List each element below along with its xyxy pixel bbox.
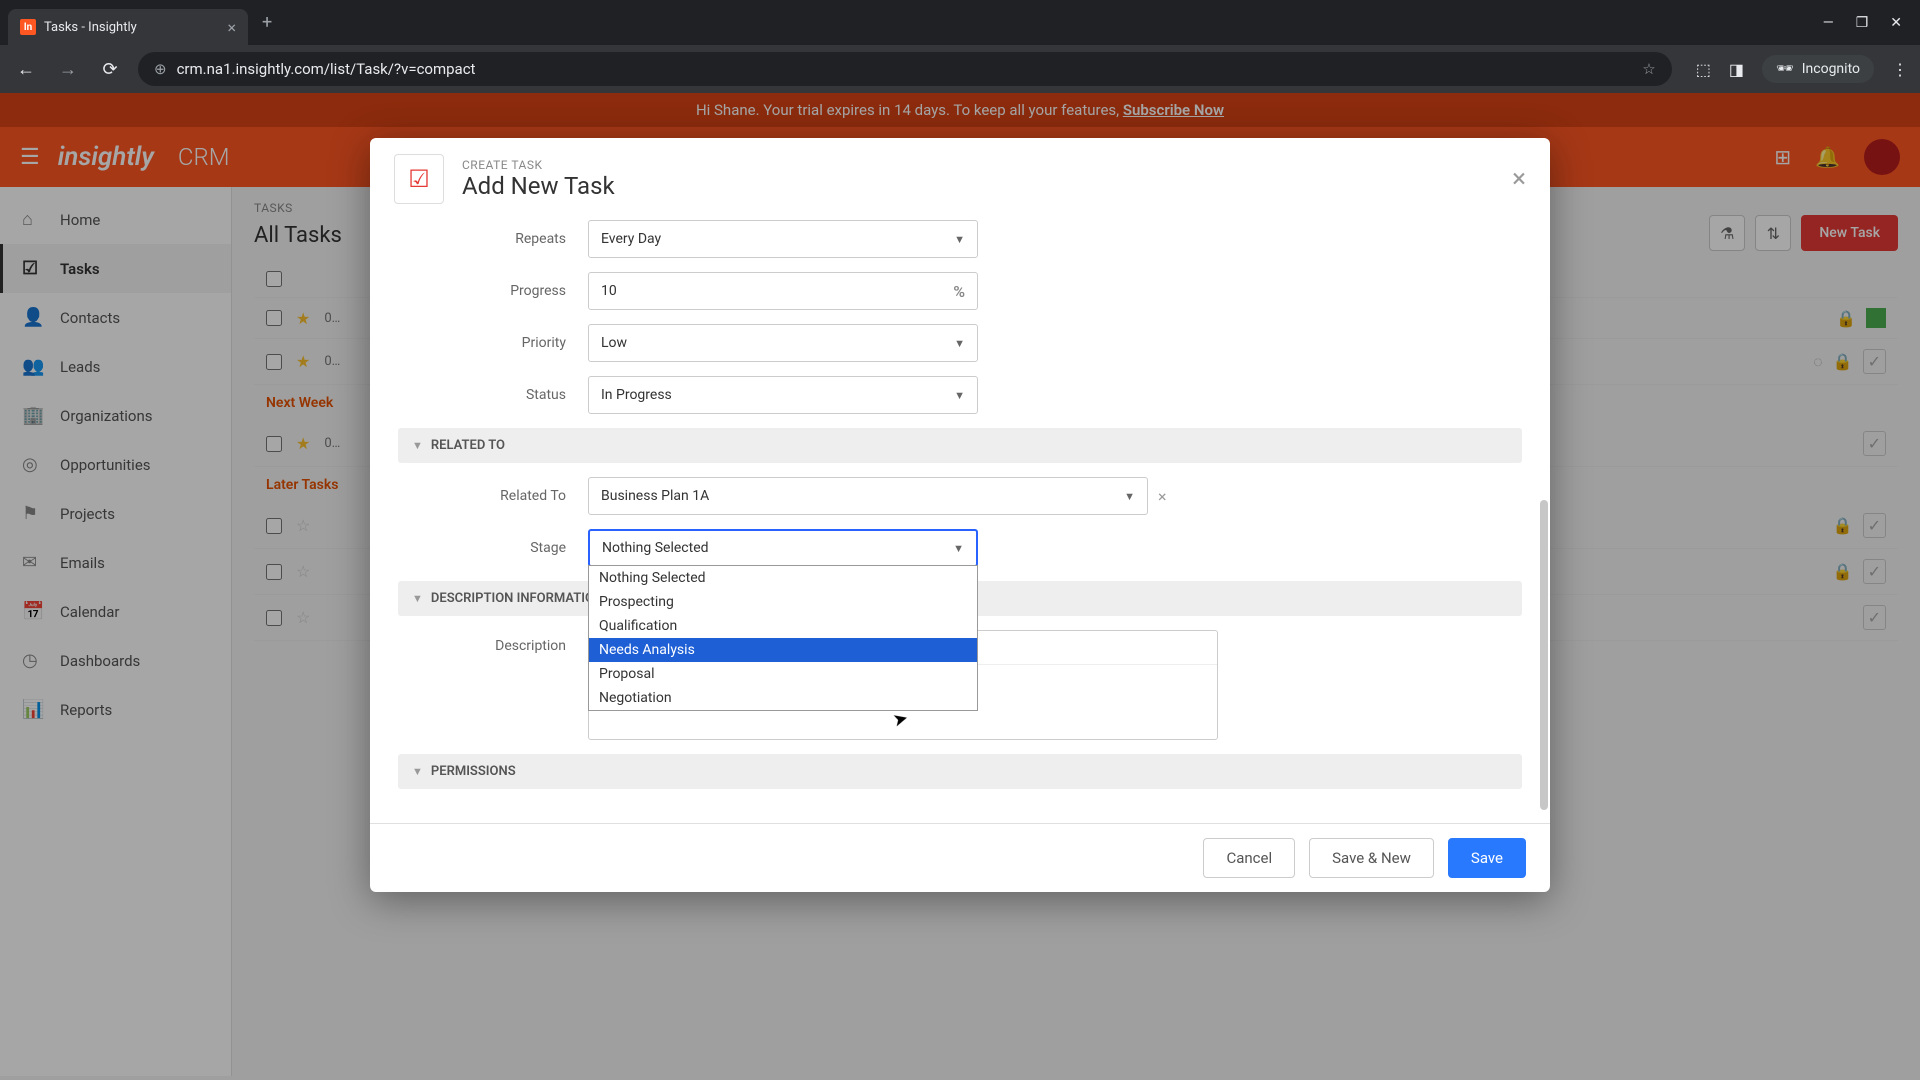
chevron-down-icon: ▼	[954, 389, 965, 402]
forward-icon[interactable]: →	[54, 59, 82, 80]
related-to-label: Related To	[398, 488, 588, 504]
tab-title: Tasks - Insightly	[44, 20, 137, 35]
modal-eyebrow: CREATE TASK	[462, 158, 615, 172]
browser-tab[interactable]: In Tasks - Insightly ×	[8, 9, 248, 45]
chevron-down-icon: ▼	[954, 337, 965, 350]
permissions-section[interactable]: ▼ PERMISSIONS	[398, 754, 1522, 789]
address-bar: ← → ⟳ ⊕ crm.na1.insightly.com/list/Task/…	[0, 45, 1920, 93]
chevron-down-icon: ▼	[412, 592, 423, 605]
new-tab-button[interactable]: +	[248, 12, 286, 33]
status-label: Status	[398, 387, 588, 403]
close-window-icon[interactable]: ✕	[1890, 15, 1902, 31]
window-controls: — ❐ ✕	[1823, 15, 1920, 31]
site-info-icon[interactable]: ⊕	[154, 60, 167, 78]
side-panel-icon[interactable]: ◨	[1729, 60, 1744, 79]
save-and-new-button[interactable]: Save & New	[1309, 838, 1434, 878]
chevron-down-icon: ▼	[953, 542, 964, 555]
browser-menu-icon[interactable]: ⋮	[1892, 60, 1908, 79]
chevron-down-icon: ▼	[954, 233, 965, 246]
tab-close-icon[interactable]: ×	[227, 18, 236, 37]
close-icon[interactable]: ×	[1512, 164, 1526, 194]
back-icon[interactable]: ←	[12, 59, 40, 80]
create-task-modal: ☑ CREATE TASK Add New Task × Repeats Eve…	[370, 138, 1550, 892]
stage-label: Stage	[398, 540, 588, 556]
chevron-down-icon: ▼	[412, 439, 423, 452]
related-to-select[interactable]: Business Plan 1A ▼	[588, 477, 1148, 515]
clear-related-icon[interactable]: ×	[1158, 487, 1167, 506]
stage-select[interactable]: Nothing Selected ▼ Nothing Selected Pros…	[588, 529, 978, 567]
maximize-icon[interactable]: ❐	[1856, 15, 1869, 31]
save-button[interactable]: Save	[1448, 838, 1526, 878]
incognito-icon: 🕶	[1776, 61, 1794, 77]
repeats-label: Repeats	[398, 231, 588, 247]
description-label: Description	[398, 630, 588, 654]
bookmark-star-icon[interactable]: ☆	[1642, 60, 1655, 78]
extensions-icon[interactable]: ⬚	[1696, 60, 1711, 79]
stage-dropdown: Nothing Selected Prospecting Qualificati…	[588, 565, 978, 711]
modal-title: Add New Task	[462, 172, 615, 200]
stage-option-prospecting[interactable]: Prospecting	[589, 590, 977, 614]
priority-label: Priority	[398, 335, 588, 351]
percent-icon: %	[953, 282, 965, 301]
related-to-section[interactable]: ▼ RELATED TO	[398, 428, 1522, 463]
task-modal-icon: ☑	[394, 154, 444, 204]
browser-tab-strip: In Tasks - Insightly × + — ❐ ✕	[0, 0, 1920, 45]
modal-scrollbar[interactable]	[1540, 500, 1548, 810]
repeats-select[interactable]: Every Day ▼	[588, 220, 978, 258]
stage-option-needs-analysis[interactable]: Needs Analysis	[589, 638, 977, 662]
chevron-down-icon: ▼	[412, 765, 423, 778]
chevron-down-icon: ▼	[1124, 490, 1135, 503]
progress-input[interactable]: 10 %	[588, 272, 978, 310]
stage-option-nothing[interactable]: Nothing Selected	[589, 566, 977, 590]
cancel-button[interactable]: Cancel	[1203, 838, 1295, 878]
stage-option-qualification[interactable]: Qualification	[589, 614, 977, 638]
progress-label: Progress	[398, 283, 588, 299]
incognito-badge[interactable]: 🕶 Incognito	[1762, 55, 1874, 83]
stage-option-proposal[interactable]: Proposal	[589, 662, 977, 686]
url-text: crm.na1.insightly.com/list/Task/?v=compa…	[177, 60, 476, 78]
tab-favicon-icon: In	[20, 19, 36, 35]
priority-select[interactable]: Low ▼	[588, 324, 978, 362]
reload-icon[interactable]: ⟳	[96, 59, 124, 80]
modal-overlay: ☑ CREATE TASK Add New Task × Repeats Eve…	[0, 93, 1920, 1080]
minimize-icon[interactable]: —	[1823, 15, 1834, 31]
status-select[interactable]: In Progress ▼	[588, 376, 978, 414]
stage-option-negotiation[interactable]: Negotiation	[589, 686, 977, 710]
url-input[interactable]: ⊕ crm.na1.insightly.com/list/Task/?v=com…	[138, 52, 1672, 86]
